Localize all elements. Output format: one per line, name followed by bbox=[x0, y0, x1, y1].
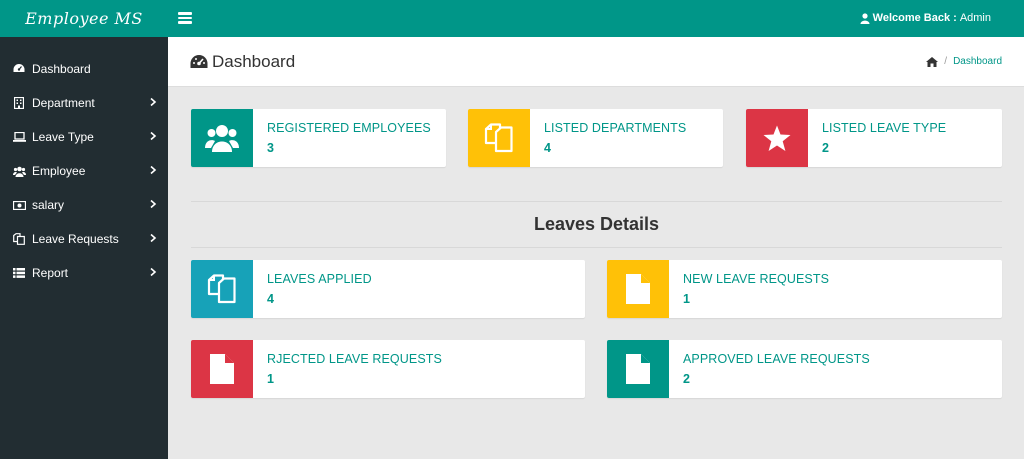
user-icon bbox=[860, 12, 870, 24]
stat-icon-box bbox=[191, 109, 253, 167]
user-name: Admin bbox=[959, 12, 991, 24]
users-icon bbox=[205, 125, 239, 152]
stat-label: NEW LEAVE REQUESTS bbox=[683, 272, 830, 286]
stat-label: RJECTED LEAVE REQUESTS bbox=[267, 352, 442, 366]
sidebar: Dashboard Department Leave Type Employee… bbox=[0, 37, 168, 459]
dashboard-icon bbox=[190, 55, 208, 68]
stat-icon-box bbox=[191, 260, 253, 318]
leaves-section-title: Leaves Details bbox=[533, 214, 660, 234]
stat-label: LISTED LEAVE TYPE bbox=[822, 121, 947, 135]
stat-value: 1 bbox=[267, 372, 274, 386]
top-navbar: Employee MS Welcome Back : Admin bbox=[0, 0, 1024, 37]
hamburger-line bbox=[178, 16, 192, 19]
sidebar-item-dashboard[interactable]: Dashboard bbox=[0, 52, 168, 86]
content-header: Dashboard / Dashboard bbox=[168, 37, 1024, 87]
stat-card-listed-departments[interactable]: LISTED DEPARTMENTS 4 bbox=[468, 109, 723, 167]
sidebar-item-label: Leave Requests bbox=[32, 232, 119, 246]
sidebar-item-leave-type[interactable]: Leave Type bbox=[0, 120, 168, 154]
sidebar-item-label: Department bbox=[32, 96, 95, 110]
sidebar-item-employee[interactable]: Employee bbox=[0, 154, 168, 188]
stat-icon-box bbox=[607, 340, 669, 398]
sidebar-item-label: Employee bbox=[32, 164, 86, 178]
star-icon bbox=[763, 125, 791, 151]
leave-card-applied[interactable]: LEAVES APPLIED 4 bbox=[191, 260, 585, 318]
stat-label: LEAVES APPLIED bbox=[267, 272, 372, 286]
sidebar-item-label: Dashboard bbox=[32, 62, 91, 76]
file-icon bbox=[210, 354, 234, 384]
stat-icon-box bbox=[746, 109, 808, 167]
breadcrumb-item[interactable]: Dashboard bbox=[953, 56, 1002, 67]
leave-card-rejected-requests[interactable]: RJECTED LEAVE REQUESTS 1 bbox=[191, 340, 585, 398]
laptop-icon bbox=[12, 130, 26, 144]
users-icon bbox=[12, 164, 26, 178]
stat-value: 3 bbox=[267, 141, 274, 155]
section-divider bbox=[191, 247, 1002, 248]
stat-value: 1 bbox=[683, 292, 690, 306]
sidebar-item-salary[interactable]: salary bbox=[0, 188, 168, 222]
copy-icon bbox=[207, 274, 236, 304]
menu-toggle-button[interactable] bbox=[178, 10, 194, 26]
brand-logo[interactable]: Employee MS bbox=[0, 0, 168, 37]
leave-card-approved-requests[interactable]: APPROVED LEAVE REQUESTS 2 bbox=[607, 340, 1002, 398]
list-icon bbox=[12, 266, 26, 280]
file-icon bbox=[626, 354, 650, 384]
building-icon bbox=[12, 96, 26, 110]
chevron-right-icon bbox=[150, 165, 157, 175]
stat-icon-box bbox=[191, 340, 253, 398]
chevron-right-icon bbox=[150, 131, 157, 141]
chevron-right-icon bbox=[150, 97, 157, 107]
stat-value: 2 bbox=[683, 372, 690, 386]
stat-card-registered-employees[interactable]: REGISTERED EMPLOYEES 3 bbox=[191, 109, 446, 167]
home-icon[interactable] bbox=[926, 56, 939, 67]
stat-value: 2 bbox=[822, 141, 829, 155]
copy-icon bbox=[484, 123, 513, 153]
leave-card-new-requests[interactable]: NEW LEAVE REQUESTS 1 bbox=[607, 260, 1002, 318]
stat-label: REGISTERED EMPLOYEES bbox=[267, 121, 431, 135]
page-title-text: Dashboard bbox=[212, 52, 296, 71]
user-welcome[interactable]: Welcome Back : Admin bbox=[860, 12, 991, 24]
stat-label: LISTED DEPARTMENTS bbox=[544, 121, 687, 135]
section-divider bbox=[191, 201, 1002, 202]
hamburger-line bbox=[178, 12, 192, 15]
chevron-right-icon bbox=[150, 199, 157, 209]
page-title: Dashboard bbox=[190, 52, 295, 72]
sidebar-item-label: Report bbox=[32, 266, 69, 280]
stat-icon-box bbox=[468, 109, 530, 167]
sidebar-item-leave-requests[interactable]: Leave Requests bbox=[0, 222, 168, 256]
sidebar-item-label: Leave Type bbox=[32, 130, 94, 144]
stat-icon-box bbox=[607, 260, 669, 318]
hamburger-line bbox=[178, 21, 192, 24]
copy-icon bbox=[12, 232, 26, 246]
money-icon bbox=[12, 198, 26, 212]
welcome-label: Welcome Back : bbox=[872, 12, 957, 24]
dashboard-icon bbox=[12, 62, 26, 76]
chevron-right-icon bbox=[150, 267, 157, 277]
sidebar-item-department[interactable]: Department bbox=[0, 86, 168, 120]
breadcrumb: / Dashboard bbox=[926, 56, 1002, 67]
sidebar-item-report[interactable]: Report bbox=[0, 256, 168, 290]
breadcrumb-separator: / bbox=[944, 56, 948, 67]
stat-value: 4 bbox=[544, 141, 551, 155]
sidebar-item-label: salary bbox=[32, 198, 65, 212]
stat-value: 4 bbox=[267, 292, 274, 306]
chevron-right-icon bbox=[150, 233, 157, 243]
stat-label: APPROVED LEAVE REQUESTS bbox=[683, 352, 870, 366]
stat-card-listed-leave-type[interactable]: LISTED LEAVE TYPE 2 bbox=[746, 109, 1002, 167]
file-icon bbox=[626, 274, 650, 304]
